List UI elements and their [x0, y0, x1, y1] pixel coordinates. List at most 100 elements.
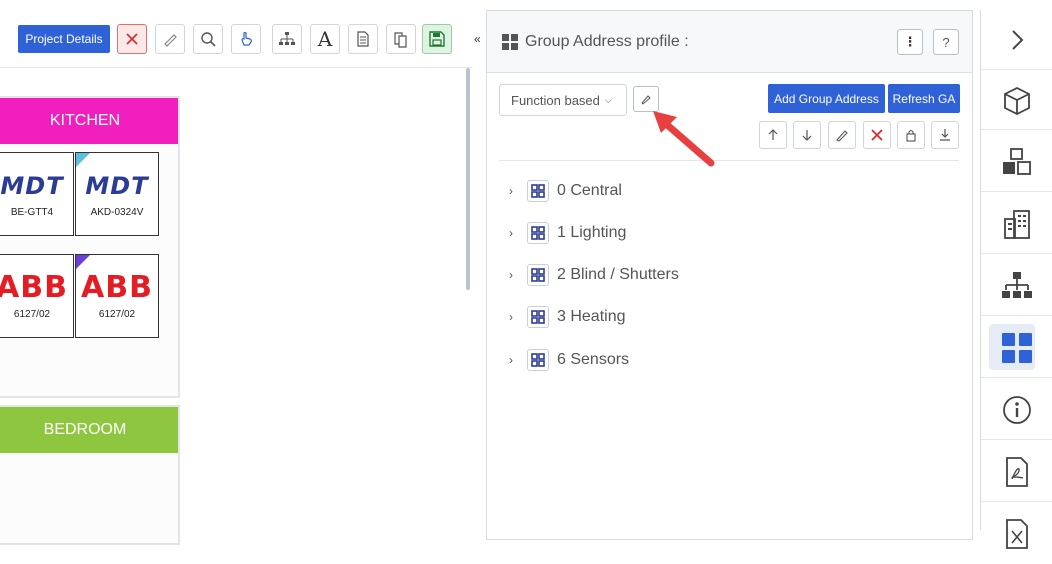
lock-button[interactable]	[897, 121, 925, 149]
tree-node-label: 2 Blind / Shutters	[557, 266, 679, 283]
pencil-icon	[164, 34, 177, 47]
download-button[interactable]	[931, 121, 959, 149]
device-card[interactable]: ABB 6127/02	[75, 254, 159, 338]
group-grid-icon	[527, 222, 549, 244]
annotation-arrow-icon	[653, 111, 715, 167]
grid-icon	[502, 34, 518, 50]
device-model: AKD-0324V	[90, 206, 144, 218]
hierarchy-icon	[279, 32, 295, 45]
device-model: 6127/02	[98, 308, 136, 320]
move-down-button[interactable]	[793, 121, 821, 149]
device-status-corner	[76, 153, 90, 167]
save-button[interactable]	[422, 24, 452, 54]
abb-logo: ABB	[81, 269, 153, 305]
delete-button[interactable]	[863, 121, 891, 149]
mdt-logo: MDT	[85, 171, 149, 200]
hierarchy-icon	[1002, 271, 1032, 298]
sidebar-item-products[interactable]	[981, 70, 1052, 130]
room-title: BEDROOM	[0, 407, 178, 453]
sidebar-item-group-address[interactable]	[981, 318, 1052, 378]
download-icon	[940, 129, 950, 141]
mdt-logo: MDT	[0, 171, 64, 200]
group-grid-icon	[527, 180, 549, 202]
save-icon	[429, 31, 445, 47]
sidebar-item-xls[interactable]	[981, 504, 1052, 564]
help-button[interactable]: ?	[933, 29, 959, 55]
panel-header: Group Address profile : ⋮ ?	[487, 11, 972, 73]
pencil-icon	[836, 130, 848, 142]
close-icon	[126, 33, 138, 45]
tree-node[interactable]: › 1 Lighting	[509, 221, 626, 245]
profile-select[interactable]: Function based ⌵	[499, 84, 627, 116]
sidebar-item-building[interactable]	[981, 194, 1052, 254]
device-status-corner	[76, 255, 90, 269]
chevron-right-icon[interactable]: ›	[509, 226, 527, 240]
group-address-panel: Group Address profile : ⋮ ? Function bas…	[486, 10, 973, 540]
text-button[interactable]: A	[310, 24, 340, 54]
sidebar-item-info[interactable]	[981, 380, 1052, 440]
canvas-toolbar: Project Details A	[0, 0, 472, 68]
tree-node-label: 3 Heating	[557, 308, 626, 325]
text-icon: A	[317, 27, 333, 51]
lock-icon	[906, 129, 916, 142]
pdf-icon	[1006, 456, 1028, 487]
device-model: BE-GTT4	[10, 206, 54, 218]
chevron-right-icon[interactable]: ›	[509, 184, 527, 198]
tree-node[interactable]: › 2 Blind / Shutters	[509, 263, 679, 287]
search-button[interactable]	[193, 24, 223, 54]
group-grid-icon	[527, 264, 549, 286]
cubes-icon	[1003, 147, 1031, 175]
hierarchy-button[interactable]	[272, 24, 302, 54]
panel-title: Group Address profile :	[525, 33, 689, 50]
copy-button[interactable]	[386, 24, 416, 54]
room-kitchen[interactable]: KITCHEN	[0, 96, 180, 398]
arrow-down-icon	[802, 130, 812, 141]
search-icon	[201, 32, 216, 47]
project-details-button[interactable]: Project Details	[18, 25, 110, 53]
close-button[interactable]	[117, 24, 147, 54]
document-button[interactable]	[348, 24, 378, 54]
copy-icon	[394, 32, 407, 48]
sidebar-item-topology[interactable]	[981, 256, 1052, 316]
add-group-address-button[interactable]: Add Group Address	[768, 84, 885, 113]
chevron-right-icon[interactable]: ›	[509, 310, 527, 324]
chevron-right-icon	[1012, 29, 1024, 50]
room-bedroom[interactable]: BEDROOM	[0, 405, 180, 545]
sidebar-item-pdf[interactable]	[981, 442, 1052, 502]
grid-icon	[1002, 332, 1032, 363]
collapse-panel-icon[interactable]: «	[474, 32, 481, 46]
canvas-scrollbar[interactable]	[466, 68, 470, 290]
group-grid-icon	[527, 306, 549, 328]
building-icon	[1004, 209, 1030, 239]
info-icon	[1003, 395, 1031, 424]
tree-node[interactable]: › 3 Heating	[509, 305, 626, 329]
chevron-down-icon: ⌵	[604, 94, 612, 105]
abb-logo: ABB	[0, 269, 68, 305]
close-icon	[871, 129, 883, 141]
project-canvas-pane: Project Details A KITCHEN MDT BE-GTT4 MD…	[0, 0, 472, 545]
draw-button[interactable]	[155, 24, 185, 54]
tree-node-label: 6 Sensors	[557, 351, 630, 368]
chevron-right-icon[interactable]: ›	[509, 268, 527, 282]
tree-node[interactable]: › 0 Central	[509, 179, 622, 203]
more-options-button[interactable]: ⋮	[897, 29, 923, 55]
device-card[interactable]: MDT AKD-0324V	[75, 152, 159, 236]
select-button[interactable]	[231, 24, 261, 54]
device-model: 6127/02	[13, 308, 51, 320]
edit-button[interactable]	[828, 121, 856, 149]
tree-node[interactable]: › 6 Sensors	[509, 348, 629, 372]
move-up-button[interactable]	[759, 121, 787, 149]
cube-icon	[1004, 86, 1030, 115]
refresh-ga-button[interactable]: Refresh GA	[888, 84, 960, 113]
group-grid-icon	[527, 349, 549, 371]
profile-select-value: Function based	[511, 92, 600, 108]
xls-icon	[1006, 519, 1028, 549]
tree-node-label: 0 Central	[557, 182, 622, 199]
device-card[interactable]: MDT BE-GTT4	[0, 152, 74, 236]
right-sidebar	[980, 10, 1052, 549]
sidebar-item-catalog[interactable]	[981, 132, 1052, 192]
device-card[interactable]: ABB 6127/02	[0, 254, 74, 338]
divider	[499, 160, 959, 161]
chevron-right-icon[interactable]: ›	[509, 353, 527, 367]
sidebar-collapse[interactable]	[981, 10, 1052, 70]
